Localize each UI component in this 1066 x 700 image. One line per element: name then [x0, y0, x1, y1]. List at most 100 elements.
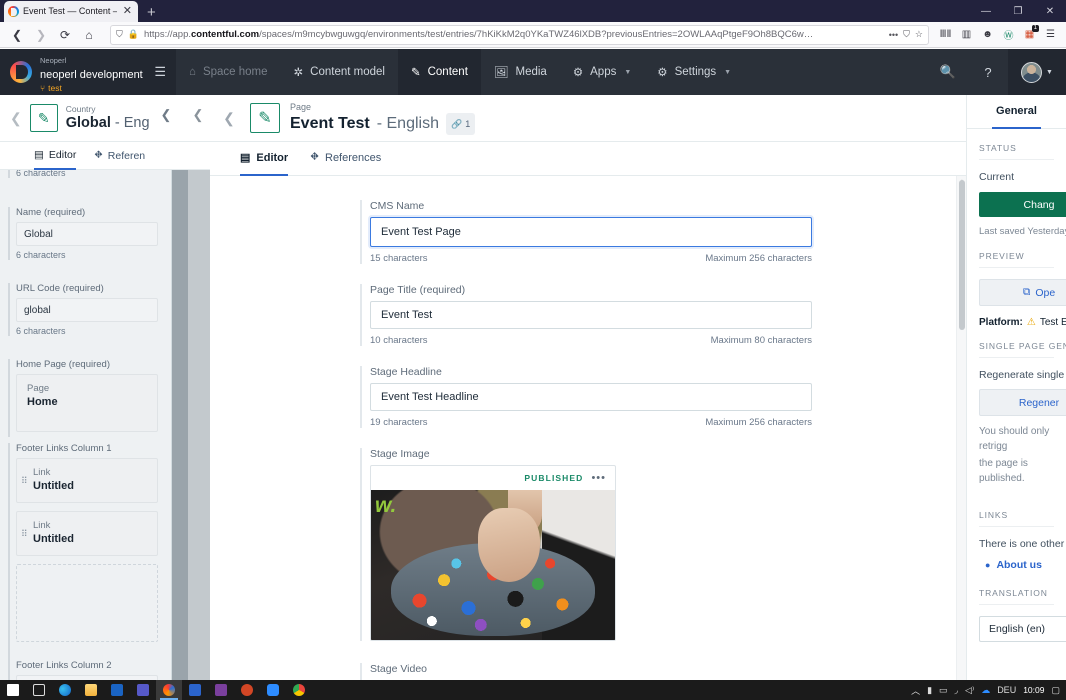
- asset-menu-icon[interactable]: •••: [591, 473, 606, 484]
- change-status-button[interactable]: Chang: [979, 192, 1066, 217]
- reload-icon[interactable]: ⟳: [54, 24, 76, 46]
- browser-navbar: ❮ ❯ ⟳ ⌂ ⛉ 🔒 https://app.contentful.com/s…: [0, 22, 1066, 48]
- taskbar-teams-icon[interactable]: [130, 680, 156, 700]
- extension-w-icon[interactable]: Ⓦ: [999, 24, 1018, 46]
- open-preview-button[interactable]: ⧉ Ope: [979, 279, 1066, 306]
- sidebar-icon[interactable]: ▥: [957, 24, 976, 46]
- taskbar-todo-icon[interactable]: [182, 680, 208, 700]
- taskbar-firefox-icon[interactable]: [156, 680, 182, 700]
- action-center-icon[interactable]: ▢: [1051, 685, 1060, 696]
- taskbar-edge-icon[interactable]: [52, 680, 78, 700]
- sidebar-tab-general[interactable]: General: [992, 95, 1041, 129]
- taskbar-file-explorer-icon[interactable]: [78, 680, 104, 700]
- collapse-left-icon[interactable]: ❮: [10, 110, 22, 127]
- regenerate-button[interactable]: Regener: [979, 389, 1066, 416]
- collapse-stack-icon-2[interactable]: ❮: [190, 104, 206, 126]
- close-tab-icon[interactable]: ✕: [121, 6, 134, 17]
- home-icon[interactable]: ⌂: [78, 24, 100, 46]
- stacked-panel-shadow-1[interactable]: [172, 95, 188, 700]
- maximize-icon[interactable]: ❐: [1002, 0, 1034, 22]
- forward-icon[interactable]: ❯: [30, 24, 52, 46]
- sidebar-link-item[interactable]: ● About us: [979, 559, 1054, 571]
- bg-link-card[interactable]: ⠿ Link Untitled: [16, 458, 158, 503]
- tray-expand-icon[interactable]: ︿: [911, 684, 920, 697]
- entry-links-badge[interactable]: 🔗 1: [445, 113, 476, 135]
- sidebar-platform-label: Platform:: [979, 317, 1023, 328]
- stage-headline-input[interactable]: Event Test Headline: [370, 383, 812, 411]
- cms-name-input[interactable]: Event Test Page: [370, 217, 812, 247]
- drag-handle-icon[interactable]: ⠿: [21, 476, 28, 485]
- start-button[interactable]: [0, 680, 26, 700]
- translation-select[interactable]: English (en): [979, 616, 1066, 642]
- bg-field-urlcode-input[interactable]: global: [16, 298, 158, 322]
- bg-homepage-card[interactable]: Page Home: [16, 374, 158, 432]
- browser-tab[interactable]: Event Test — Content — neop… ✕: [4, 1, 138, 22]
- entry-sidebar: General STATUS Current Chang Last saved …: [966, 95, 1066, 700]
- bg-link-card[interactable]: ⠿ Link Untitled: [16, 511, 158, 556]
- contentful-logo-icon: [10, 61, 32, 83]
- bg-field-urlcode[interactable]: URL Code (required) global 6 characters: [8, 283, 158, 336]
- tab-editor[interactable]: ▤ Editor: [240, 142, 289, 176]
- minimize-icon[interactable]: —: [970, 0, 1002, 22]
- nav-settings[interactable]: ⚙ Settings ▼: [644, 49, 744, 95]
- bg-field-homepage[interactable]: Home Page (required) Page Home: [8, 359, 158, 437]
- external-link-icon: ⧉: [1022, 286, 1031, 298]
- taskbar-chrome-icon[interactable]: [286, 680, 312, 700]
- bg-homepage-card-title: Home: [27, 396, 58, 408]
- task-view-button[interactable]: [26, 680, 52, 700]
- bg-link-dropzone[interactable]: [16, 564, 158, 642]
- nav-space-home[interactable]: ⌂ Space home: [176, 49, 281, 95]
- bg-field-name[interactable]: Name (required) Global 6 characters: [8, 207, 158, 260]
- space-selector[interactable]: Neoperl neoperl development ⑂ test ☰: [0, 49, 176, 95]
- bg-tab-references[interactable]: ⛖ Referen: [94, 142, 145, 170]
- tray-wifi-icon[interactable]: ◞: [955, 685, 959, 696]
- scrollbar-thumb[interactable]: [959, 180, 965, 330]
- nav-content-model[interactable]: ✲ Content model: [281, 49, 398, 95]
- account-icon[interactable]: ☻: [978, 24, 997, 46]
- nav-content[interactable]: ✎ Content: [397, 49, 481, 95]
- tray-volume-icon[interactable]: ◁⁾: [965, 685, 974, 696]
- form-scrollbar[interactable]: ▲ ▼: [956, 176, 966, 700]
- sidebar-link-label[interactable]: About us: [996, 559, 1042, 571]
- bg-footer-col1-label: Footer Links Column 1: [16, 443, 112, 454]
- taskbar-onenote-icon[interactable]: [208, 680, 234, 700]
- page-title-input[interactable]: Event Test: [370, 301, 812, 329]
- tray-display-icon[interactable]: ▭: [939, 685, 948, 696]
- drag-handle-icon[interactable]: ⠿: [21, 529, 28, 538]
- reader-icon[interactable]: ⛉: [903, 29, 910, 40]
- hamburger-menu-icon[interactable]: ☰: [1041, 24, 1060, 46]
- field-cms-name-max: Maximum 256 characters: [705, 253, 812, 264]
- extension-badge-icon[interactable]: ▦ 1: [1020, 24, 1039, 46]
- nav-apps[interactable]: ⚙ Apps ▼: [560, 49, 644, 95]
- tray-onedrive-icon[interactable]: ☁: [981, 685, 990, 696]
- taskbar-zoom-icon[interactable]: [260, 680, 286, 700]
- library-icon[interactable]: ⅢⅡ: [936, 24, 955, 46]
- close-window-icon[interactable]: ✕: [1034, 0, 1066, 22]
- bookmark-star-icon[interactable]: ☆: [915, 29, 923, 40]
- stage-image-asset-card[interactable]: PUBLISHED ••• w.: [370, 465, 616, 641]
- tray-language[interactable]: DEU: [997, 685, 1016, 695]
- stacked-panel-shadow-2[interactable]: [188, 95, 210, 700]
- help-icon[interactable]: ?: [968, 49, 1008, 95]
- bg-tab-editor[interactable]: ▤ Editor: [34, 142, 77, 170]
- page-actions-icon[interactable]: •••: [889, 30, 898, 40]
- references-icon: ⛖: [94, 149, 103, 161]
- back-icon[interactable]: ❮: [6, 24, 28, 46]
- space-menu-icon[interactable]: ☰: [154, 64, 166, 80]
- account-menu[interactable]: ▼: [1008, 49, 1066, 95]
- collapse-stack-icon-1[interactable]: ❮: [160, 104, 172, 126]
- url-bar[interactable]: ⛉ 🔒 https://app.contentful.com/spaces/m9…: [110, 24, 929, 45]
- taskbar-powerpoint-icon[interactable]: [234, 680, 260, 700]
- new-tab-icon[interactable]: +: [147, 5, 156, 20]
- nav-media[interactable]: 🖼 Media: [481, 49, 560, 95]
- tray-battery-icon[interactable]: ▮: [927, 685, 932, 696]
- branch-icon: ⑂: [40, 83, 46, 93]
- url-prefix: https://app.: [143, 29, 191, 40]
- taskbar-clock[interactable]: 10:09: [1023, 685, 1044, 695]
- background-entry-panel[interactable]: 6 characters Name (required) Global 6 ch…: [0, 95, 172, 700]
- bg-field-name-input[interactable]: Global: [16, 222, 158, 246]
- collapse-entry-icon[interactable]: ❮: [218, 107, 240, 129]
- taskbar-outlook-icon[interactable]: [104, 680, 130, 700]
- tab-references[interactable]: ⛖ References: [310, 142, 381, 176]
- search-icon[interactable]: 🔍: [928, 49, 968, 95]
